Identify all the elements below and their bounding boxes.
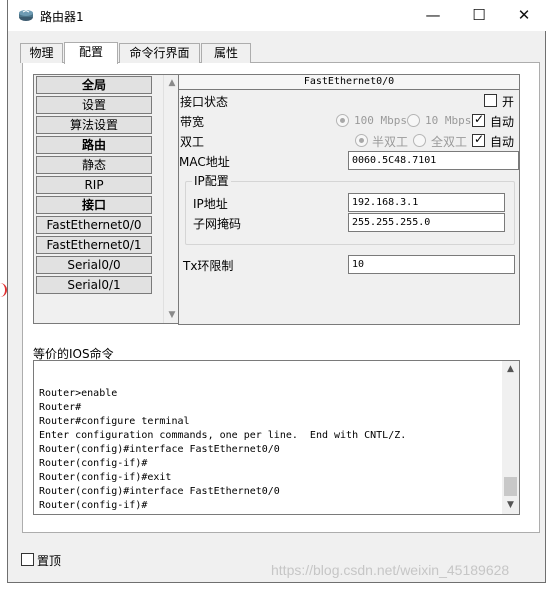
console-line: Router# (39, 402, 82, 413)
maximize-button[interactable]: ☐ (456, 0, 502, 31)
nav-item-settings[interactable]: 设置 (36, 96, 152, 114)
nav-item-fastethernet0-0[interactable]: FastEthernet0/0 (36, 216, 152, 234)
config-nav-list[interactable]: 全局 设置 算法设置 路由 静态 RIP 接口 FastEthernet0/0 … (33, 74, 180, 324)
tab-config[interactable]: 配置 (64, 42, 118, 64)
router-icon (19, 9, 33, 21)
console-scroll-thumb[interactable] (504, 477, 517, 496)
nav-header-routing[interactable]: 路由 (36, 136, 152, 154)
console-line: Router(config)#interface FastEthernet0/0 (39, 444, 280, 455)
watermark-text: https://blog.csdn.net/weixin_45189628 (271, 562, 510, 578)
duplex-half-radio[interactable] (355, 134, 368, 147)
console-scroll-down-icon[interactable]: ▼ (502, 497, 519, 514)
ip-config-group-label: IP配置 (192, 172, 231, 189)
console-output: Router>enable Router# Router#configure ter… (39, 387, 406, 513)
router-config-window: 路由器1 — ☐ ✕ 物理 配置 命令行界面 属性 全局 设置 算法设置 路由 … (7, 0, 547, 583)
ip-address-field[interactable]: 192.168.3.1 (348, 193, 505, 212)
always-on-top-checkbox[interactable] (21, 553, 34, 566)
console-line: Enter configuration commands, one per li… (39, 430, 407, 441)
title-bar[interactable]: 路由器1 — ☐ ✕ (8, 0, 547, 31)
console-scrollbar[interactable]: ▲ ▼ (502, 361, 519, 514)
nav-header-interface[interactable]: 接口 (36, 196, 152, 214)
bandwidth-label: 带宽 (180, 115, 205, 129)
duplex-label: 双工 (180, 135, 205, 149)
bandwidth-auto-checkbox[interactable] (472, 112, 485, 127)
tab-physical[interactable]: 物理 (20, 43, 63, 63)
subnet-mask-label: 子网掩码 (193, 217, 242, 231)
bandwidth-100-label: 100 Mbps (354, 114, 407, 127)
nav-header-global[interactable]: 全局 (36, 76, 152, 94)
bandwidth-100-radio[interactable] (336, 114, 349, 127)
minimize-button[interactable]: — (410, 0, 456, 31)
console-line: Router(config-if)#exit (39, 472, 172, 483)
duplex-half-label: 半双工 (372, 135, 409, 149)
port-status-on-label: 开 (502, 95, 515, 109)
duplex-full-radio[interactable] (413, 134, 426, 147)
mac-address-label: MAC地址 (179, 155, 230, 169)
close-button[interactable]: ✕ (501, 0, 547, 31)
interface-title: FastEthernet0/0 (179, 75, 519, 90)
console-line: Router(config-if)# (39, 458, 148, 469)
console-line: Router#configure terminal (39, 416, 190, 427)
port-status-checkbox[interactable] (484, 94, 497, 107)
nav-item-fastethernet0-1[interactable]: FastEthernet0/1 (36, 236, 152, 254)
tab-attributes[interactable]: 属性 (201, 43, 251, 63)
duplex-auto-label: 自动 (490, 135, 515, 149)
bandwidth-10-label: 10 Mbps (425, 114, 472, 127)
nav-item-serial0-0[interactable]: Serial0/0 (36, 256, 152, 274)
console-line: Router(config)#interface FastEthernet0/0 (39, 486, 280, 497)
console-line: Router>enable (39, 388, 118, 399)
mac-address-field[interactable]: 0060.5C48.7101 (348, 151, 519, 170)
bandwidth-10-radio[interactable] (407, 114, 420, 127)
nav-scrollbar[interactable]: ▲ ▼ (163, 75, 179, 323)
window-title: 路由器1 (40, 10, 84, 24)
ios-command-console[interactable]: Router>enable Router# Router#configure ter… (33, 360, 520, 515)
duplex-full-label: 全双工 (431, 135, 468, 149)
bandwidth-auto-label: 自动 (490, 115, 515, 129)
console-line: Router(config-if)# (39, 500, 148, 511)
tx-ring-limit-label: Tx环限制 (183, 259, 234, 273)
interface-settings-panel: FastEthernet0/0 接口状态 开 带宽 100 Mbps 10 Mb… (178, 74, 520, 325)
nav-item-serial0-1[interactable]: Serial0/1 (36, 276, 152, 294)
ip-address-label: IP地址 (193, 197, 228, 211)
tab-cli[interactable]: 命令行界面 (119, 43, 200, 63)
nav-item-rip[interactable]: RIP (36, 176, 152, 194)
duplex-auto-checkbox[interactable] (472, 132, 485, 147)
nav-item-static[interactable]: 静态 (36, 156, 152, 174)
always-on-top-label: 置顶 (37, 554, 62, 568)
port-status-label: 接口状态 (180, 95, 229, 109)
tx-ring-limit-field[interactable]: 10 (348, 255, 515, 274)
console-scroll-up-icon[interactable]: ▲ (502, 361, 519, 378)
subnet-mask-field[interactable]: 255.255.255.0 (348, 213, 505, 232)
nav-item-algorithm-settings[interactable]: 算法设置 (36, 116, 152, 134)
